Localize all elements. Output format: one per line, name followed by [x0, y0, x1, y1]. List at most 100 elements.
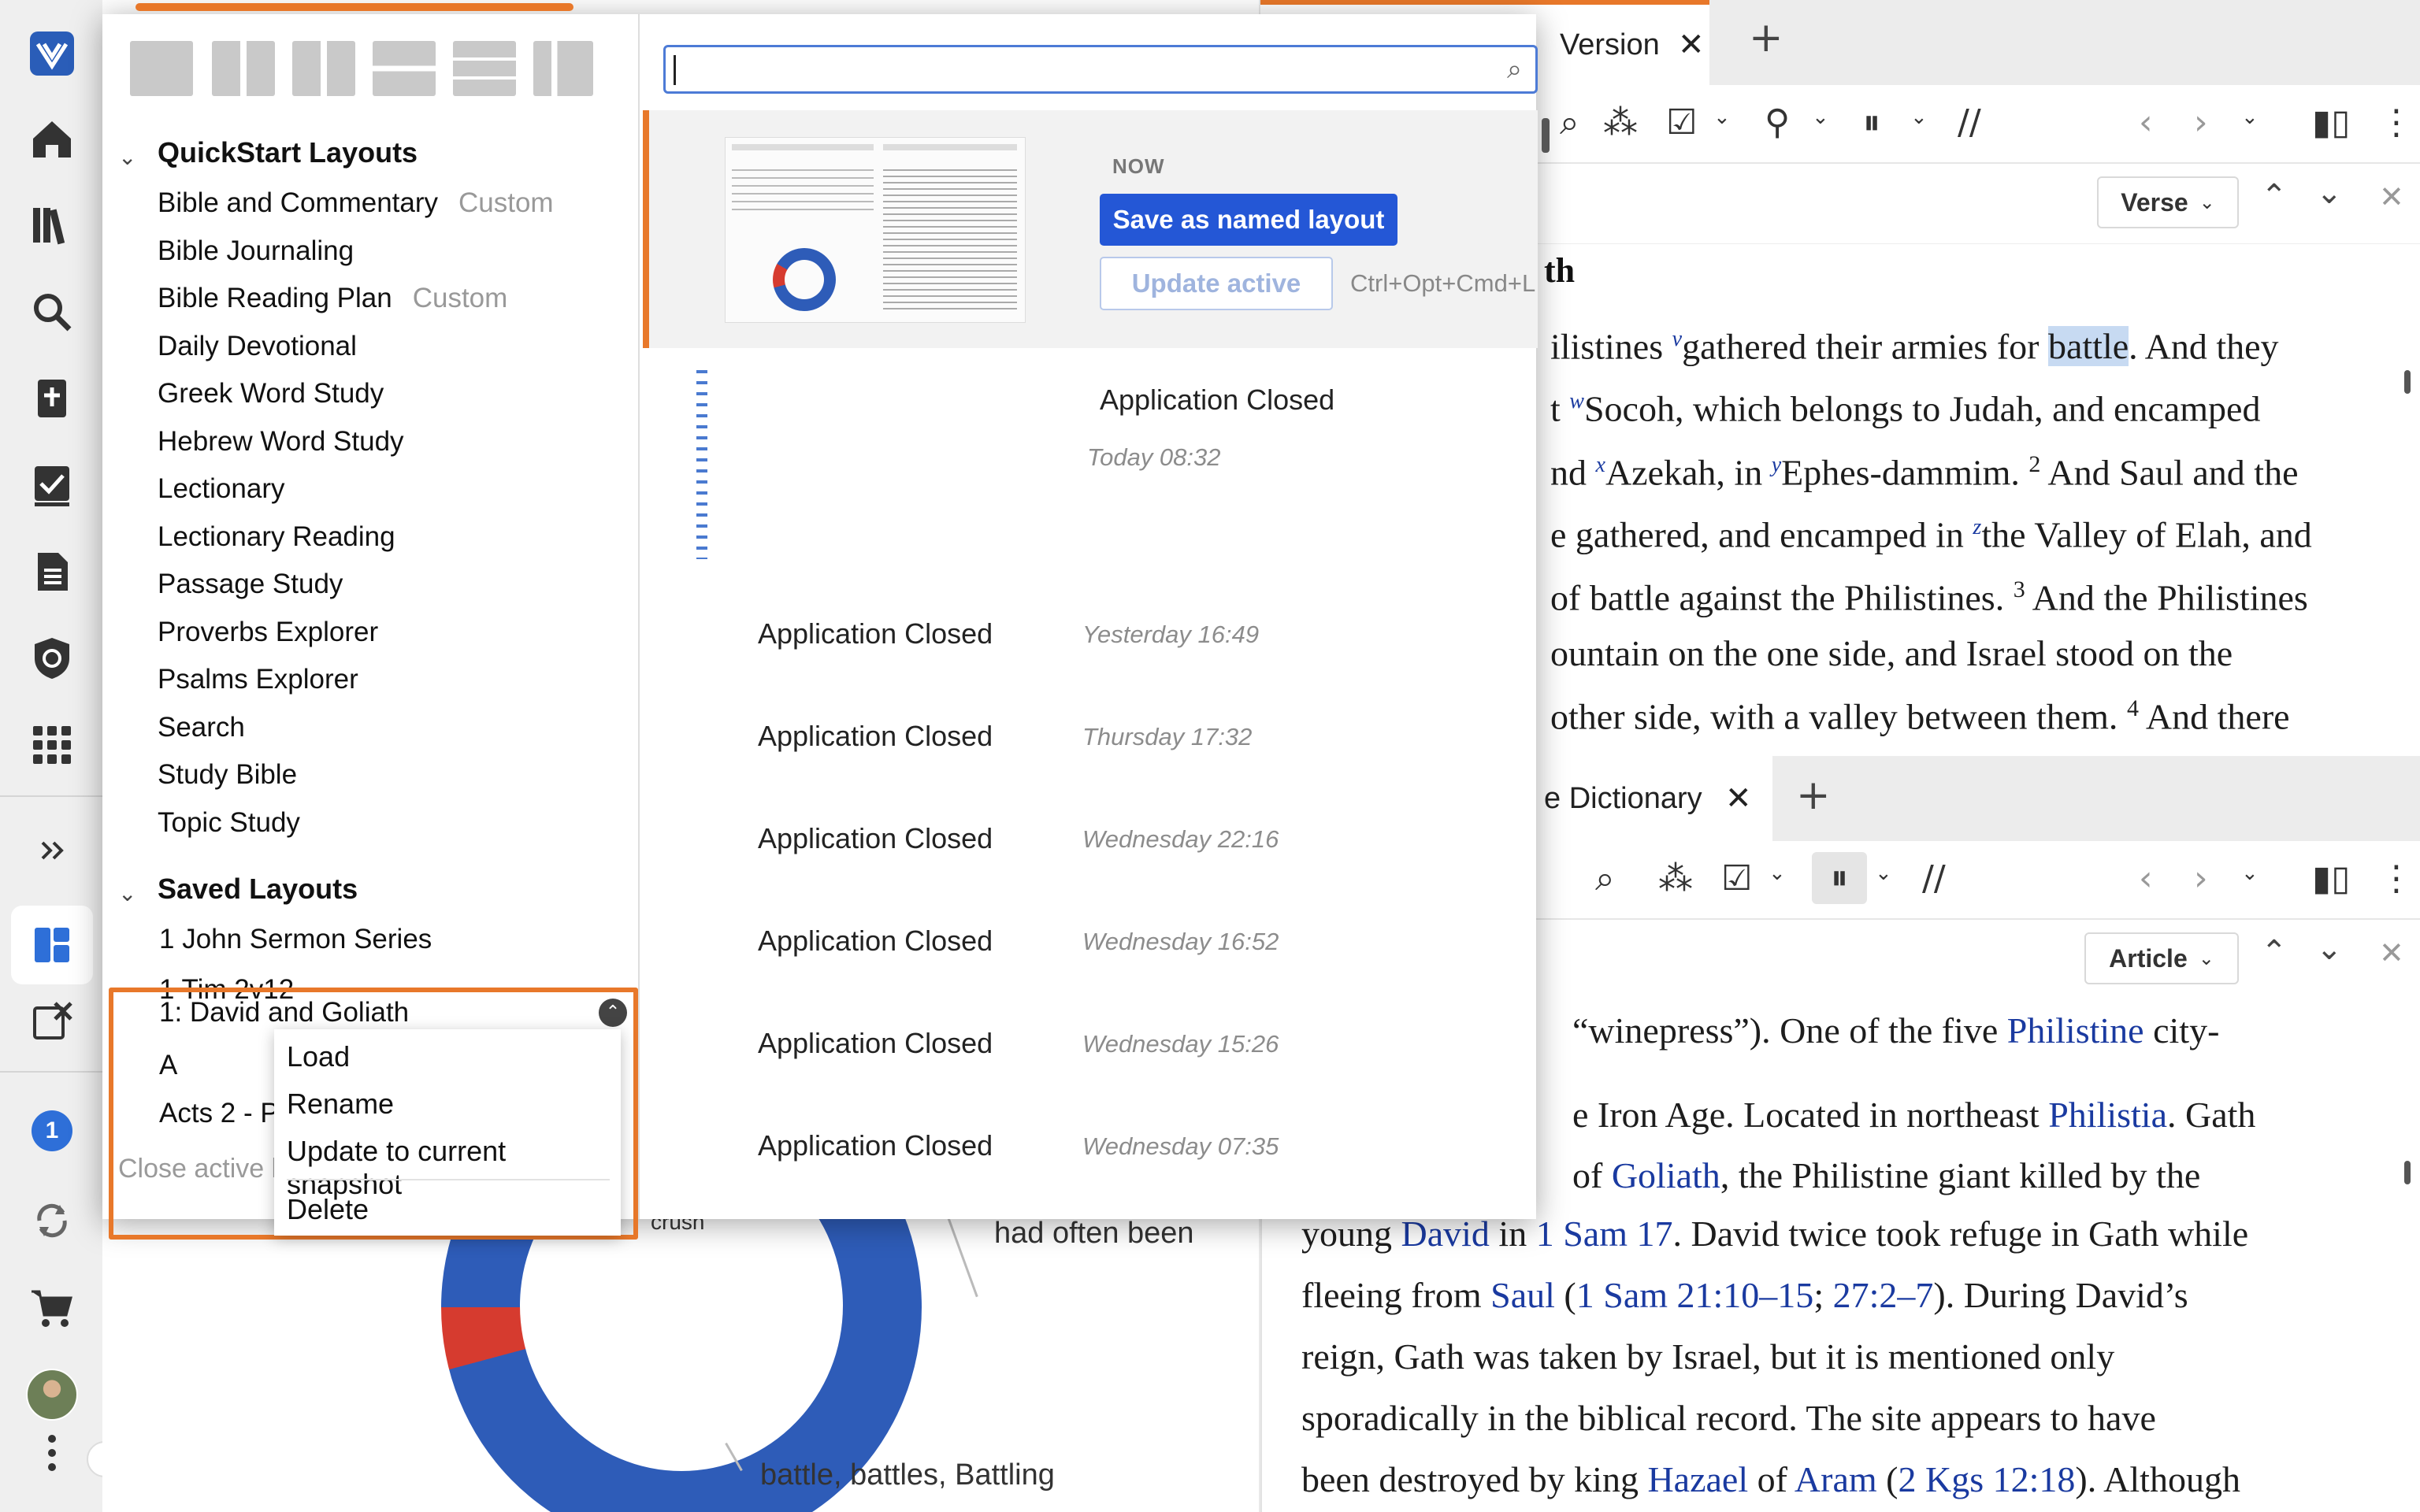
quickstart-layout-item[interactable]: Proverbs Explorer	[158, 617, 378, 648]
layout-template-1[interactable]	[130, 41, 193, 96]
current-layout[interactable]: NOW Save as named layout Update active C…	[643, 110, 1538, 348]
layout-template-4[interactable]	[373, 41, 436, 96]
forward-icon[interactable]: ›	[2194, 102, 2208, 143]
quickstart-layout-item[interactable]: Daily Devotional	[158, 331, 357, 362]
saved-layout-selected[interactable]: 1: David and Goliath ⌃	[121, 995, 630, 1030]
quickstart-layout-item[interactable]: Bible Reading Plan Custom	[158, 283, 507, 314]
chevron-down-icon[interactable]: ⌄	[1875, 862, 1892, 885]
panel-menu-icon[interactable]: ⋮	[2379, 102, 2414, 143]
article-dropdown[interactable]: Article ⌄	[2084, 932, 2239, 984]
visual-filter-icon[interactable]: ⁂	[1658, 858, 1693, 899]
library-icon[interactable]	[20, 194, 84, 257]
search-icon[interactable]	[20, 280, 84, 343]
add-document-icon[interactable]	[20, 367, 84, 430]
link-hazael[interactable]: Hazael	[1647, 1459, 1748, 1499]
link-2kgs12[interactable]: 2 Kgs 12:18	[1898, 1459, 2075, 1499]
layout-template-2[interactable]	[212, 41, 275, 96]
search-icon[interactable]: ⌕	[1560, 102, 1579, 143]
more-icon[interactable]	[20, 1429, 84, 1477]
visual-filter-icon[interactable]: ⁂	[1603, 102, 1638, 143]
history-entry-title[interactable]: Application Closed	[758, 822, 993, 855]
chevron-down-icon[interactable]: ⌄	[1713, 106, 1731, 129]
layout-template-6[interactable]	[533, 41, 593, 96]
history-scrollbar[interactable]	[1542, 118, 1550, 153]
close-tab-icon[interactable]: ✕	[1678, 27, 1705, 63]
saved-heading[interactable]: Saved Layouts	[158, 873, 358, 906]
menu-load[interactable]: Load	[287, 1040, 350, 1073]
checklist-icon[interactable]: ☑	[1666, 102, 1697, 143]
quickstart-layout-item[interactable]: Bible and Commentary Custom	[158, 187, 554, 219]
add-tab-icon[interactable]: +	[1749, 14, 1783, 61]
link-27-2[interactable]: 27:2–7	[1833, 1275, 1934, 1315]
quickstart-layout-item[interactable]: Topic Study	[158, 807, 300, 839]
link-philistia[interactable]: Philistia	[2048, 1095, 2167, 1135]
link-aram[interactable]: Aram	[1795, 1459, 1877, 1499]
quickstart-layout-item[interactable]: Study Bible	[158, 759, 297, 791]
chevron-down-icon[interactable]: ⌄	[2241, 106, 2259, 129]
link-philistine[interactable]: Philistine	[2007, 1010, 2144, 1051]
chevron-down-icon[interactable]: ⌄	[2316, 931, 2343, 967]
chevron-down-icon[interactable]: ⌄	[2241, 862, 2259, 885]
footnote-marker[interactable]: v	[1672, 327, 1682, 351]
history-entry-title[interactable]: Application Closed	[758, 720, 993, 753]
quickstart-layout-item[interactable]: Passage Study	[158, 569, 343, 600]
chevron-down-icon[interactable]: ⌄	[2316, 175, 2343, 211]
link-1sam21[interactable]: 1 Sam 21:10–15	[1576, 1275, 1814, 1315]
forward-icon[interactable]: ›	[2194, 858, 2208, 899]
layout-template-3[interactable]	[292, 41, 355, 96]
saved-layout-item[interactable]: 1 John Sermon Series	[159, 924, 432, 955]
checklist-icon[interactable]: ☑	[1721, 858, 1752, 899]
parallel-icon[interactable]: ⏸	[1812, 852, 1867, 904]
close-icon[interactable]: ✕	[2379, 180, 2404, 214]
menu-delete[interactable]: Delete	[287, 1193, 369, 1226]
checklist-icon[interactable]	[20, 454, 84, 517]
split-icon[interactable]: ▮▯	[2312, 858, 2350, 899]
home-icon[interactable]	[20, 107, 84, 170]
close-icon[interactable]: ✕	[2379, 936, 2404, 970]
chevron-down-icon[interactable]: ⌄	[1769, 862, 1786, 885]
search-icon[interactable]: ⌕	[1595, 858, 1615, 899]
logos-logo-icon[interactable]	[20, 22, 84, 85]
quickstart-layout-item[interactable]: Search	[158, 712, 245, 743]
footnote-marker[interactable]: y	[1772, 453, 1781, 477]
parallel-icon[interactable]: ⏸	[1863, 102, 1880, 143]
link-1sam17[interactable]: 1 Sam 17	[1536, 1214, 1673, 1254]
history-entry-title[interactable]: Application Closed	[758, 1129, 993, 1162]
sync-icon[interactable]	[20, 1189, 84, 1252]
layouts-icon[interactable]	[11, 906, 93, 984]
cart-icon[interactable]	[20, 1276, 84, 1339]
history-entry-title[interactable]: Application Closed	[758, 925, 993, 958]
quickstart-layout-item[interactable]: Bible Journaling	[158, 235, 354, 267]
footnote-marker[interactable]: w	[1569, 389, 1584, 413]
close-tab-icon[interactable]: ✕	[1725, 780, 1752, 817]
quickstart-layout-item[interactable]: Psalms Explorer	[158, 664, 358, 695]
saved-layout-a[interactable]: A	[159, 1050, 177, 1081]
back-icon[interactable]: ‹	[2139, 858, 2153, 899]
apps-grid-icon[interactable]	[20, 713, 84, 776]
expand-icon[interactable]	[20, 819, 84, 882]
scrollbar[interactable]	[2404, 1161, 2411, 1184]
notifications-badge[interactable]: 1	[32, 1110, 72, 1151]
menu-update-snapshot[interactable]: Update to current snapshot	[287, 1135, 621, 1201]
add-tab-icon[interactable]: +	[1796, 772, 1831, 819]
verse-dropdown[interactable]: Verse ⌄	[2097, 176, 2239, 228]
footnote-marker[interactable]: x	[1596, 453, 1605, 477]
inline-icon[interactable]: ⚲	[1765, 102, 1790, 143]
scrollbar[interactable]	[2404, 370, 2411, 394]
chevron-down-icon[interactable]: ⌄	[1812, 106, 1829, 129]
quickstart-layout-item[interactable]: Hebrew Word Study	[158, 426, 404, 458]
quickstart-heading[interactable]: QuickStart Layouts	[158, 136, 418, 169]
link-goliath[interactable]: Goliath	[1612, 1155, 1720, 1195]
parallel-resources-icon[interactable]: //	[1922, 858, 1946, 899]
update-active-button[interactable]: Update active	[1100, 257, 1333, 310]
document-icon[interactable]	[20, 540, 84, 603]
link-david[interactable]: David	[1401, 1214, 1490, 1254]
layout-template-5[interactable]	[453, 41, 516, 96]
user-avatar[interactable]	[26, 1369, 78, 1421]
quickstart-layout-item[interactable]: Lectionary	[158, 473, 284, 505]
footnote-marker[interactable]: z	[1973, 515, 1981, 539]
split-icon[interactable]: ▮▯	[2312, 102, 2350, 143]
chevron-down-icon[interactable]: ⌄	[1910, 106, 1928, 129]
menu-rename[interactable]: Rename	[287, 1088, 394, 1121]
back-icon[interactable]: ‹	[2139, 102, 2153, 143]
